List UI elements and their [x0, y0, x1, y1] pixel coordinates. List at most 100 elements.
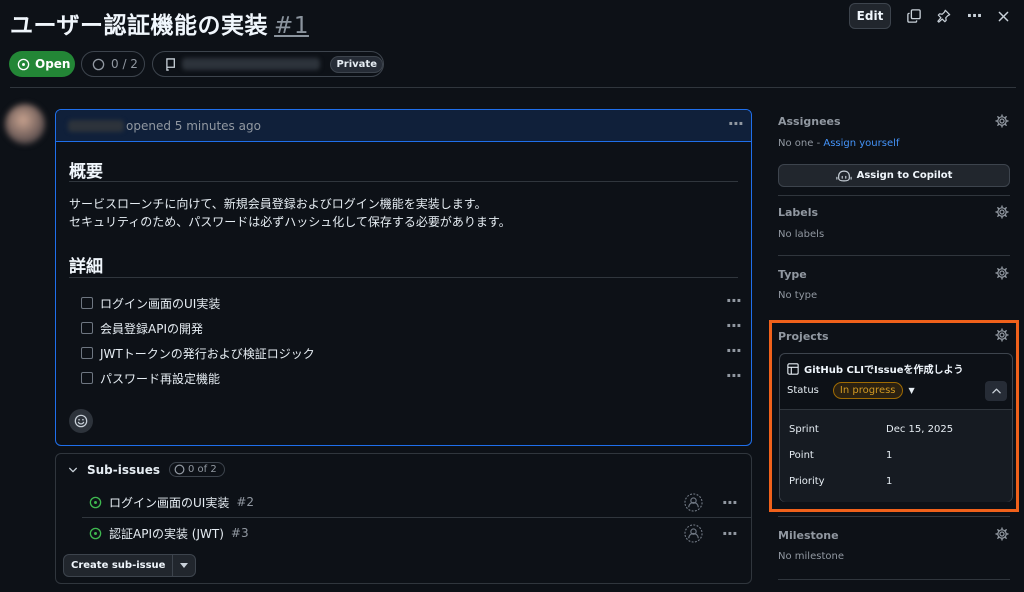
- milestone-value: No milestone: [778, 551, 844, 562]
- copilot-icon: [835, 170, 852, 181]
- chevron-up-icon: [991, 388, 1001, 394]
- project-field-value: 1: [886, 450, 893, 461]
- create-sub-issue-split-button: Create sub-issue: [63, 554, 197, 577]
- sub-issues-panel: Sub-issues 0 of 2 ログイン画面のUI実装 #2 ··· 認証A…: [55, 453, 752, 584]
- sidebar-divider: [778, 195, 1010, 196]
- table-icon: [787, 362, 799, 375]
- issue-open-icon: [89, 527, 102, 539]
- chevron-down-icon[interactable]: [68, 465, 78, 475]
- comment-options-icon[interactable]: ···: [728, 116, 744, 132]
- pin-icon[interactable]: [930, 3, 958, 29]
- issue-title: ユーザー認証機能の実装 #1: [10, 6, 309, 40]
- issue-open-icon: [89, 496, 102, 508]
- projects-gear-icon[interactable]: [995, 328, 1009, 342]
- author-avatar[interactable]: [5, 104, 45, 144]
- task-checkbox[interactable]: [81, 322, 93, 334]
- tasks-progress-badge[interactable]: 0 / 2: [81, 51, 145, 77]
- opened-timestamp: opened 5 minutes ago: [126, 118, 261, 133]
- sub-issues-title: Sub-issues: [87, 462, 160, 477]
- repository-badge[interactable]: Private: [152, 51, 384, 77]
- project-field-value: Dec 15, 2025: [886, 424, 954, 435]
- assignee-placeholder-icon[interactable]: [684, 524, 703, 543]
- issue-state-badge: Open: [9, 51, 75, 77]
- project-field-row[interactable]: Sprint Dec 15, 2025: [789, 424, 999, 435]
- task-checkbox[interactable]: [81, 347, 93, 359]
- close-icon[interactable]: [989, 3, 1017, 29]
- project-fields: Sprint Dec 15, 2025 Point 1 Priority 1: [780, 410, 1012, 502]
- issue-open-icon: [17, 58, 30, 70]
- private-badge: Private: [330, 55, 383, 73]
- task-options-icon[interactable]: ···: [726, 293, 742, 309]
- overview-line-1: サービスローンチに向けて、新規会員登録およびログイン機能を実装します。: [69, 197, 487, 211]
- sidebar-divider: [778, 516, 1010, 517]
- issue-number-link[interactable]: #1: [274, 13, 309, 39]
- assign-to-copilot-button[interactable]: Assign to Copilot: [778, 164, 1010, 187]
- issue-title-text: ユーザー認証機能の実装: [10, 13, 269, 39]
- sub-issue-number: #2: [236, 495, 255, 509]
- type-gear-icon[interactable]: [995, 266, 1009, 280]
- sub-issue-title[interactable]: 認証APIの実装 (JWT): [109, 525, 224, 542]
- sub-issues-header[interactable]: Sub-issues 0 of 2: [68, 462, 225, 477]
- project-field-key: Priority: [789, 476, 825, 487]
- status-caret-down-icon[interactable]: ▼: [909, 386, 915, 395]
- tasks-progress-text: 0 / 2: [111, 57, 138, 71]
- labels-value: No labels: [778, 229, 825, 240]
- project-status-row: Status In progress ▼: [787, 382, 915, 399]
- project-name-link[interactable]: GitHub CLIでIssueを作成しよう: [787, 361, 964, 376]
- repo-icon: [166, 57, 175, 71]
- header-divider: [10, 87, 1016, 88]
- assignees-none-text: No one -: [778, 138, 824, 149]
- task-checkbox[interactable]: [81, 372, 93, 384]
- sub-issues-count-badge: 0 of 2: [168, 462, 225, 477]
- milestone-gear-icon[interactable]: [995, 527, 1009, 541]
- comment-header: opened 5 minutes ago: [56, 110, 751, 142]
- edit-button[interactable]: Edit: [849, 3, 891, 29]
- issue-body-comment: opened 5 minutes ago ··· 概要 サービスローンチに向けて…: [55, 109, 752, 446]
- type-value: No type: [778, 290, 818, 301]
- create-sub-issue-dropdown[interactable]: [173, 555, 195, 576]
- issue-state-label: Open: [35, 57, 71, 71]
- milestone-title: Milestone: [778, 529, 839, 542]
- project-field-key: Point: [789, 450, 814, 461]
- sub-issue-title[interactable]: ログイン画面のUI実装: [109, 494, 229, 511]
- task-label: ログイン画面のUI実装: [100, 296, 221, 311]
- repository-name-redacted: [182, 58, 321, 70]
- assign-to-copilot-label: Assign to Copilot: [856, 170, 953, 181]
- create-sub-issue-button[interactable]: Create sub-issue: [64, 555, 174, 576]
- assignee-placeholder-icon[interactable]: [684, 493, 703, 512]
- task-options-icon[interactable]: ···: [726, 318, 742, 334]
- sub-issue-options-icon[interactable]: ···: [722, 495, 738, 511]
- sub-issue-options-icon[interactable]: ···: [722, 526, 738, 542]
- assignees-title: Assignees: [778, 115, 841, 128]
- task-checkbox[interactable]: [81, 297, 93, 309]
- sub-issue-divider: [82, 517, 752, 518]
- task-item: 会員登録APIの開発 ···: [81, 318, 742, 338]
- project-field-row[interactable]: Priority 1: [789, 476, 999, 487]
- progress-circle-icon: [174, 464, 185, 475]
- task-item: ログイン画面のUI実装 ···: [81, 293, 742, 313]
- copy-icon[interactable]: [900, 3, 928, 29]
- assignees-gear-icon[interactable]: [995, 114, 1009, 128]
- heading-details-rule: [69, 277, 738, 278]
- task-options-icon[interactable]: ···: [726, 368, 742, 384]
- project-collapse-button[interactable]: [985, 381, 1007, 401]
- add-reaction-button[interactable]: [69, 409, 93, 433]
- assignees-value: No one - Assign yourself: [778, 138, 899, 149]
- sidebar-divider: [778, 579, 1010, 580]
- task-options-icon[interactable]: ···: [726, 343, 742, 359]
- assign-yourself-link[interactable]: Assign yourself: [823, 138, 899, 149]
- project-field-key: Sprint: [789, 424, 819, 435]
- project-field-value: 1: [886, 476, 893, 487]
- heading-overview: 概要: [69, 162, 103, 182]
- type-title: Type: [778, 268, 807, 281]
- projects-title: Projects: [778, 330, 829, 343]
- sub-issue-number: #3: [230, 526, 249, 540]
- more-options-icon[interactable]: ···: [960, 3, 988, 29]
- sub-issue-row[interactable]: 認証APIの実装 (JWT) #3 ···: [89, 520, 739, 546]
- sub-issue-row[interactable]: ログイン画面のUI実装 #2 ···: [89, 489, 739, 515]
- author-name-redacted[interactable]: [68, 119, 124, 132]
- status-label: Status: [787, 385, 819, 396]
- project-field-row[interactable]: Point 1: [789, 450, 999, 461]
- labels-gear-icon[interactable]: [995, 205, 1009, 219]
- status-badge[interactable]: In progress: [832, 382, 903, 399]
